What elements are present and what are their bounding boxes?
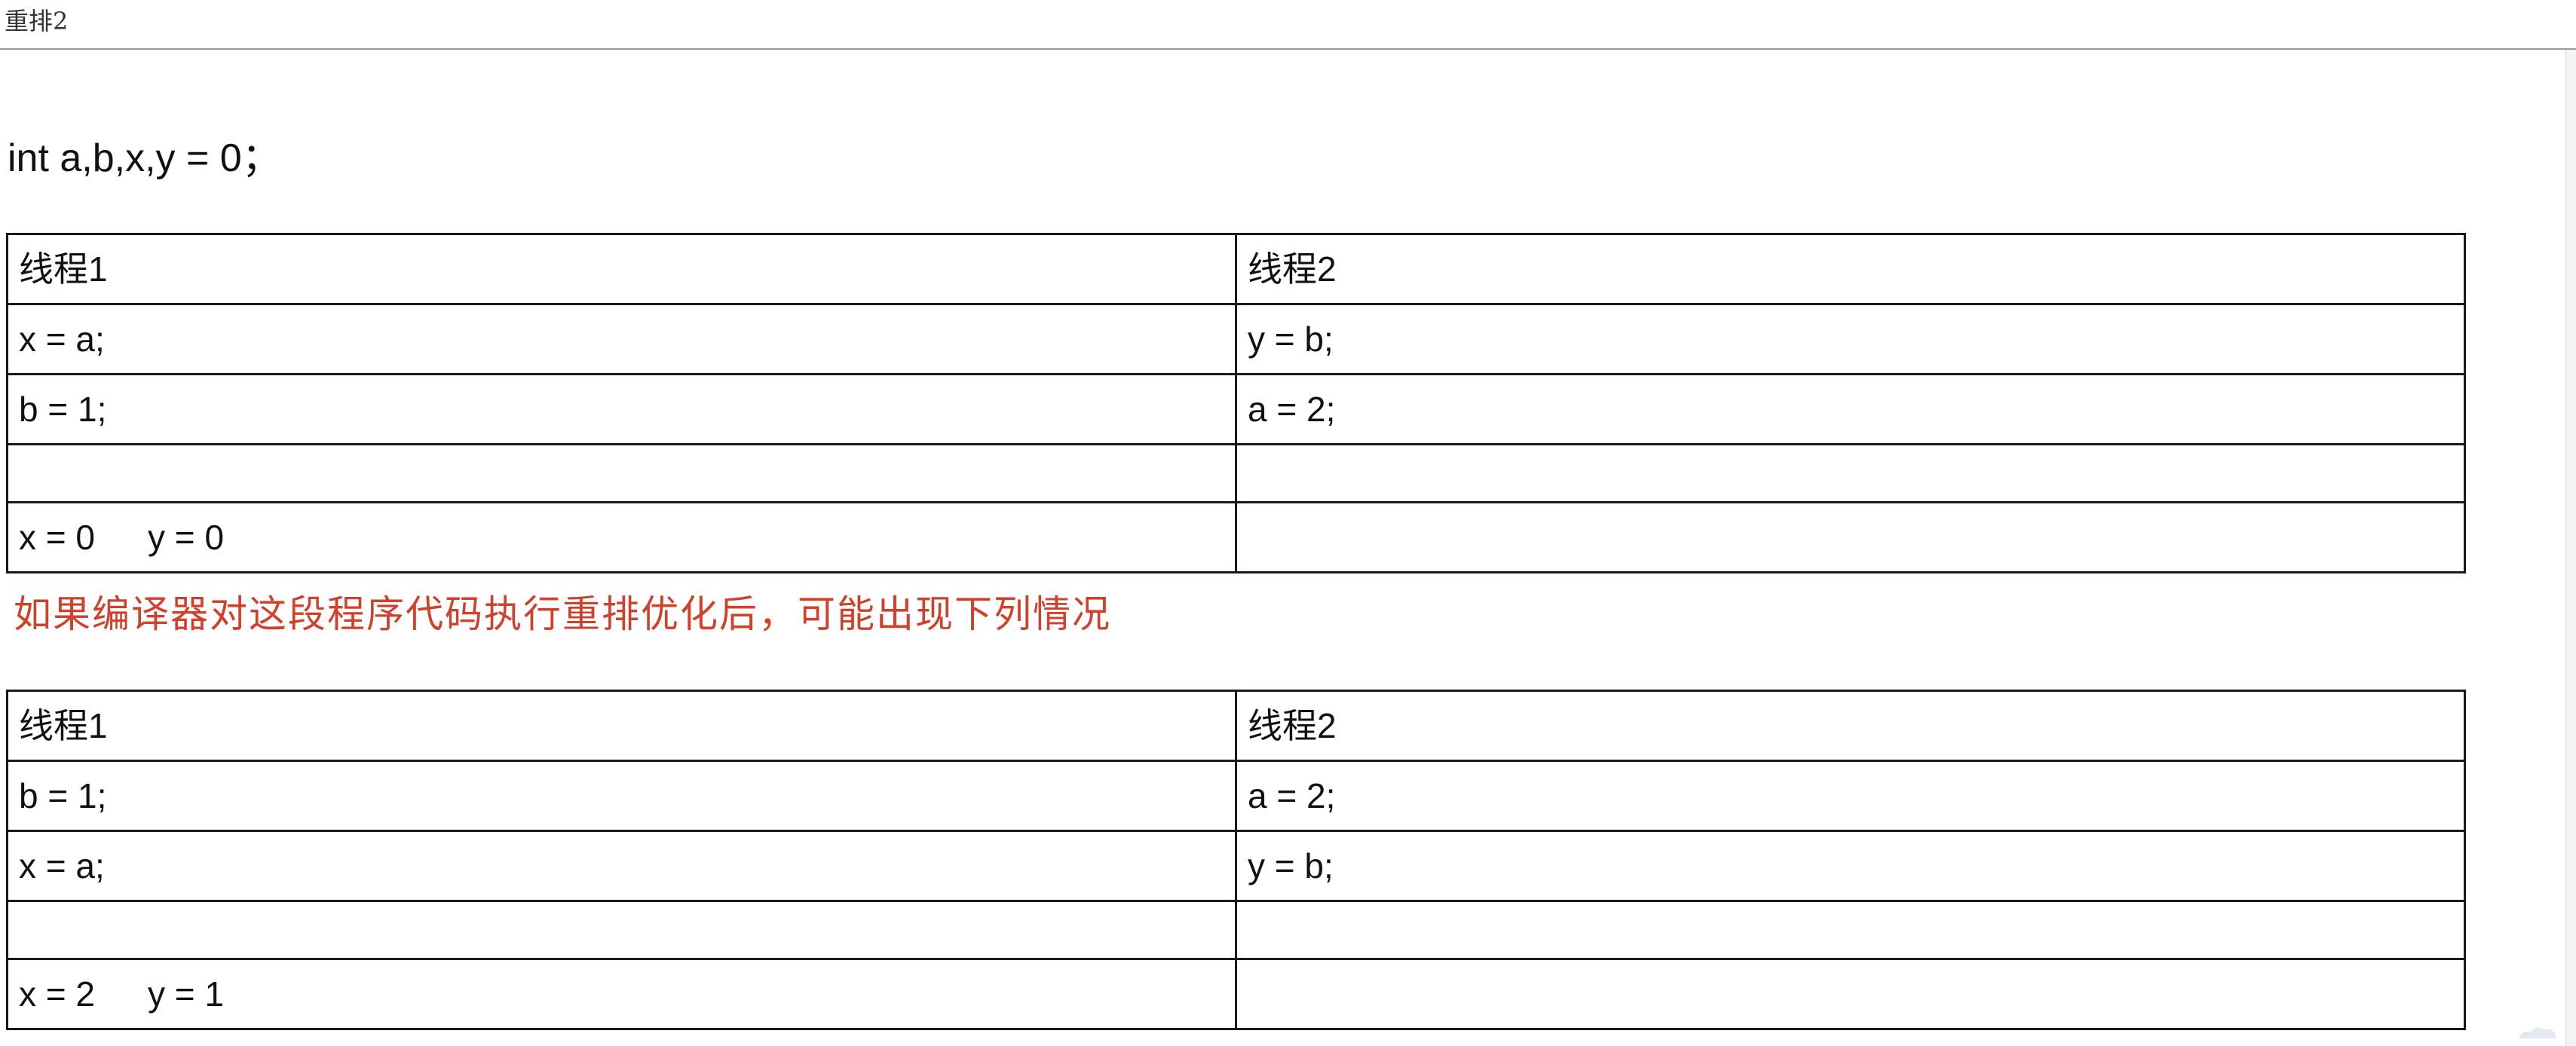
thread-2-statement: a = 2; (1235, 373, 2466, 445)
result-cell: x = 0 y = 0 (6, 501, 1237, 573)
result-row: x = 2 y = 1 (6, 958, 2466, 1030)
table-row: x = a; y = b; (6, 830, 2466, 902)
header-thread-2: 线程2 (1235, 233, 2466, 305)
table-row-empty (6, 900, 2466, 960)
reorder-note: 如果编译器对这段程序代码执行重排优化后，可能出现下列情况 (14, 592, 1111, 636)
empty-cell (1235, 501, 2466, 573)
thread-table-reordered: 线程1 线程2 b = 1; a = 2; x = a; y = b; x = … (6, 690, 2466, 1030)
table-row-empty (6, 443, 2466, 503)
header-thread-1: 线程1 (6, 690, 1237, 762)
empty-cell (1235, 443, 2466, 503)
thread-1-statement: x = a; (6, 303, 1237, 375)
table-row: x = a; y = b; (6, 303, 2466, 375)
table-header-row: 线程1 线程2 (6, 233, 2466, 305)
empty-cell (1235, 958, 2466, 1030)
empty-cell (6, 443, 1237, 503)
table-header-row: 线程1 线程2 (6, 690, 2466, 762)
header-thread-2: 线程2 (1235, 690, 2466, 762)
thread-2-statement: y = b; (1235, 303, 2466, 375)
thread-1-statement: b = 1; (6, 373, 1237, 445)
result-x: x = 2 (19, 974, 96, 1014)
thread-2-statement: a = 2; (1235, 760, 2466, 832)
result-row: x = 0 y = 0 (6, 501, 2466, 573)
table-row: b = 1; a = 2; (6, 760, 2466, 832)
variable-declaration: int a,b,x,y = 0； (8, 136, 281, 180)
thread-1-statement: b = 1; (6, 760, 1237, 832)
thread-1-statement: x = a; (6, 830, 1237, 902)
result-x: x = 0 (19, 518, 96, 557)
table-row: b = 1; a = 2; (6, 373, 2466, 445)
result-y: y = 0 (148, 518, 225, 557)
thread-2-statement: y = b; (1235, 830, 2466, 902)
thread-table-original: 线程1 线程2 x = a; y = b; b = 1; a = 2; x = … (6, 233, 2466, 573)
empty-cell (6, 900, 1237, 960)
result-cell: x = 2 y = 1 (6, 958, 1237, 1030)
empty-cell (1235, 900, 2466, 960)
header-thread-1: 线程1 (6, 233, 1237, 305)
document-header: 重排2 (0, 0, 2576, 50)
document-title: 重排2 (5, 7, 69, 35)
cloud-watermark-icon (2519, 1027, 2556, 1038)
scrollbar-track[interactable] (2565, 50, 2576, 1046)
result-y: y = 1 (148, 974, 225, 1014)
